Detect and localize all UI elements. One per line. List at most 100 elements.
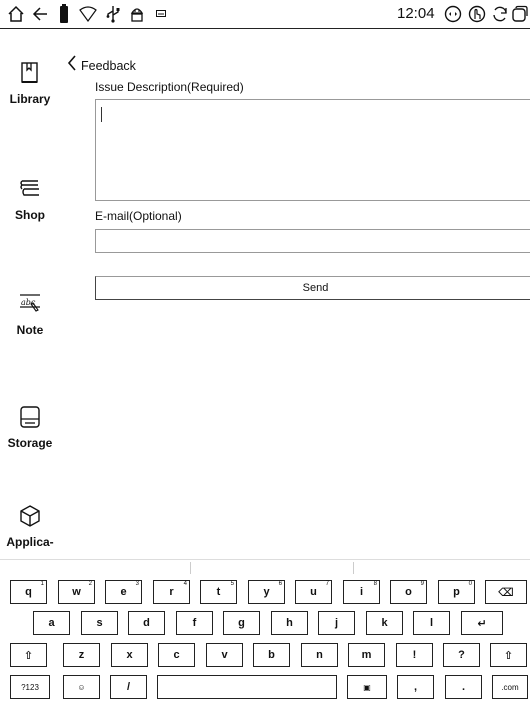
recent-apps-icon[interactable] xyxy=(510,3,530,25)
on-screen-keyboard: q 1 w 2 e 3 r 4 t 5 y 6 u 7 i 8 o 9 p 0 ⌫ a s d f g h j k l ↵ ⇧ z x c v b n m!… xyxy=(0,576,530,707)
key-c[interactable]: c xyxy=(158,643,195,667)
emoji-key[interactable]: ☺ xyxy=(63,675,100,699)
key-hint: 2 xyxy=(88,581,92,587)
key-z-label: z xyxy=(78,649,85,661)
sidebar-item-library[interactable]: Library xyxy=(0,61,60,106)
sidebar-item-storage[interactable]: Storage xyxy=(0,405,60,450)
key-a[interactable]: a xyxy=(33,611,70,635)
suggestion-divider xyxy=(190,562,191,574)
emoji-key-label: ☺ xyxy=(77,682,86,692)
suggestion-divider xyxy=(353,562,354,574)
home-icon[interactable] xyxy=(6,3,26,25)
sidebar-item-note[interactable]: abc Note xyxy=(0,292,60,337)
shift-key-right-label: ⇧ xyxy=(503,649,514,662)
key-u-label: u xyxy=(310,586,317,598)
sidebar-item-applications[interactable]: Applica- xyxy=(0,504,60,549)
key-c-label: c xyxy=(173,649,180,661)
key-v[interactable]: v xyxy=(206,643,243,667)
key-u[interactable]: u7 xyxy=(295,580,332,604)
backspace-key[interactable]: ⌫ xyxy=(485,580,527,604)
key-s-label: s xyxy=(96,617,103,629)
touch-icon[interactable] xyxy=(467,3,487,25)
wifi-icon xyxy=(78,3,98,25)
key-x[interactable]: x xyxy=(111,643,148,667)
text-caret xyxy=(101,107,102,122)
key-l[interactable]: l xyxy=(413,611,450,635)
key-o[interactable]: o9 xyxy=(390,580,427,604)
svg-text:abc: abc xyxy=(21,298,36,307)
key-hint: 6 xyxy=(278,581,282,587)
key-t[interactable]: t5 xyxy=(200,580,237,604)
email-field[interactable] xyxy=(95,229,530,253)
keyboard-icon xyxy=(154,3,168,25)
symbols-key-label: ?123 xyxy=(21,682,39,692)
key-a-label: a xyxy=(48,617,55,629)
comma-key[interactable]: , xyxy=(397,675,434,699)
chevron-left-icon xyxy=(67,55,77,76)
key-r-label: r xyxy=(169,586,174,598)
key-question[interactable]: ? xyxy=(443,643,480,667)
sidebar: Library Shop abc Note Storage Applica- xyxy=(0,29,60,559)
key-hint: 5 xyxy=(230,581,234,587)
usb-icon xyxy=(104,3,122,25)
issue-description-field[interactable] xyxy=(95,99,530,201)
key-r[interactable]: r4 xyxy=(153,580,190,604)
key-i[interactable]: i8 xyxy=(343,580,380,604)
back-button[interactable]: Feedback xyxy=(67,55,136,76)
key-hint: 8 xyxy=(373,581,377,587)
page-title: Feedback xyxy=(81,58,136,73)
enter-key[interactable]: ↵ xyxy=(461,611,503,635)
key-n-label: n xyxy=(316,649,323,661)
key-f-label: f xyxy=(192,617,197,629)
period-key[interactable]: . xyxy=(445,675,482,699)
send-button[interactable]: Send xyxy=(95,276,530,300)
key-y[interactable]: y6 xyxy=(248,580,285,604)
key-f[interactable]: f xyxy=(176,611,213,635)
battery-icon xyxy=(58,3,70,25)
key-n[interactable]: n xyxy=(301,643,338,667)
period-key-label: . xyxy=(461,681,466,693)
key-y-label: y xyxy=(263,586,270,598)
back-arrow-icon[interactable] xyxy=(30,3,50,25)
key-q-label: q xyxy=(25,586,32,598)
key-m[interactable]: m xyxy=(348,643,385,667)
slash-key[interactable]: / xyxy=(110,675,147,699)
status-bar: 12:04 xyxy=(0,0,530,29)
key-j-label: j xyxy=(334,617,339,629)
key-p[interactable]: p0 xyxy=(438,580,475,604)
comma-key-label: , xyxy=(413,681,418,693)
key-d[interactable]: d xyxy=(128,611,165,635)
key-i-label: i xyxy=(359,586,364,598)
key-v-label: v xyxy=(221,649,228,661)
dotcom-key[interactable]: .com xyxy=(492,675,528,699)
library-book-icon xyxy=(0,61,60,90)
key-hint: 0 xyxy=(468,581,472,587)
email-label: E-mail(Optional) xyxy=(95,209,182,223)
backspace-key-label: ⌫ xyxy=(498,586,514,599)
key-g[interactable]: g xyxy=(223,611,260,635)
space-key[interactable] xyxy=(157,675,337,699)
key-s[interactable]: s xyxy=(81,611,118,635)
shift-key-left[interactable]: ⇧ xyxy=(10,643,47,667)
sync-icon[interactable] xyxy=(490,3,510,25)
key-e[interactable]: e3 xyxy=(105,580,142,604)
key-exclamation[interactable]: ! xyxy=(396,643,433,667)
key-w[interactable]: w2 xyxy=(58,580,95,604)
key-k[interactable]: k xyxy=(366,611,403,635)
shop-books-icon xyxy=(0,177,60,206)
symbols-key[interactable]: ?123 xyxy=(10,675,50,699)
sidebar-item-shop[interactable]: Shop xyxy=(0,177,60,222)
shift-key-right[interactable]: ⇧ xyxy=(490,643,527,667)
input-switch-key[interactable]: ▣ xyxy=(347,675,387,699)
key-z[interactable]: z xyxy=(63,643,100,667)
key-t-label: t xyxy=(216,586,221,598)
key-q[interactable]: q1 xyxy=(10,580,47,604)
key-j[interactable]: j xyxy=(318,611,355,635)
sidebar-item-label: Library xyxy=(9,92,51,106)
sidebar-item-label: Shop xyxy=(15,208,45,222)
key-h[interactable]: h xyxy=(271,611,308,635)
key-b[interactable]: b xyxy=(253,643,290,667)
sidebar-item-label: Storage xyxy=(7,436,53,450)
status-time: 12:04 xyxy=(397,5,435,22)
refresh-screen-icon[interactable] xyxy=(443,3,463,25)
